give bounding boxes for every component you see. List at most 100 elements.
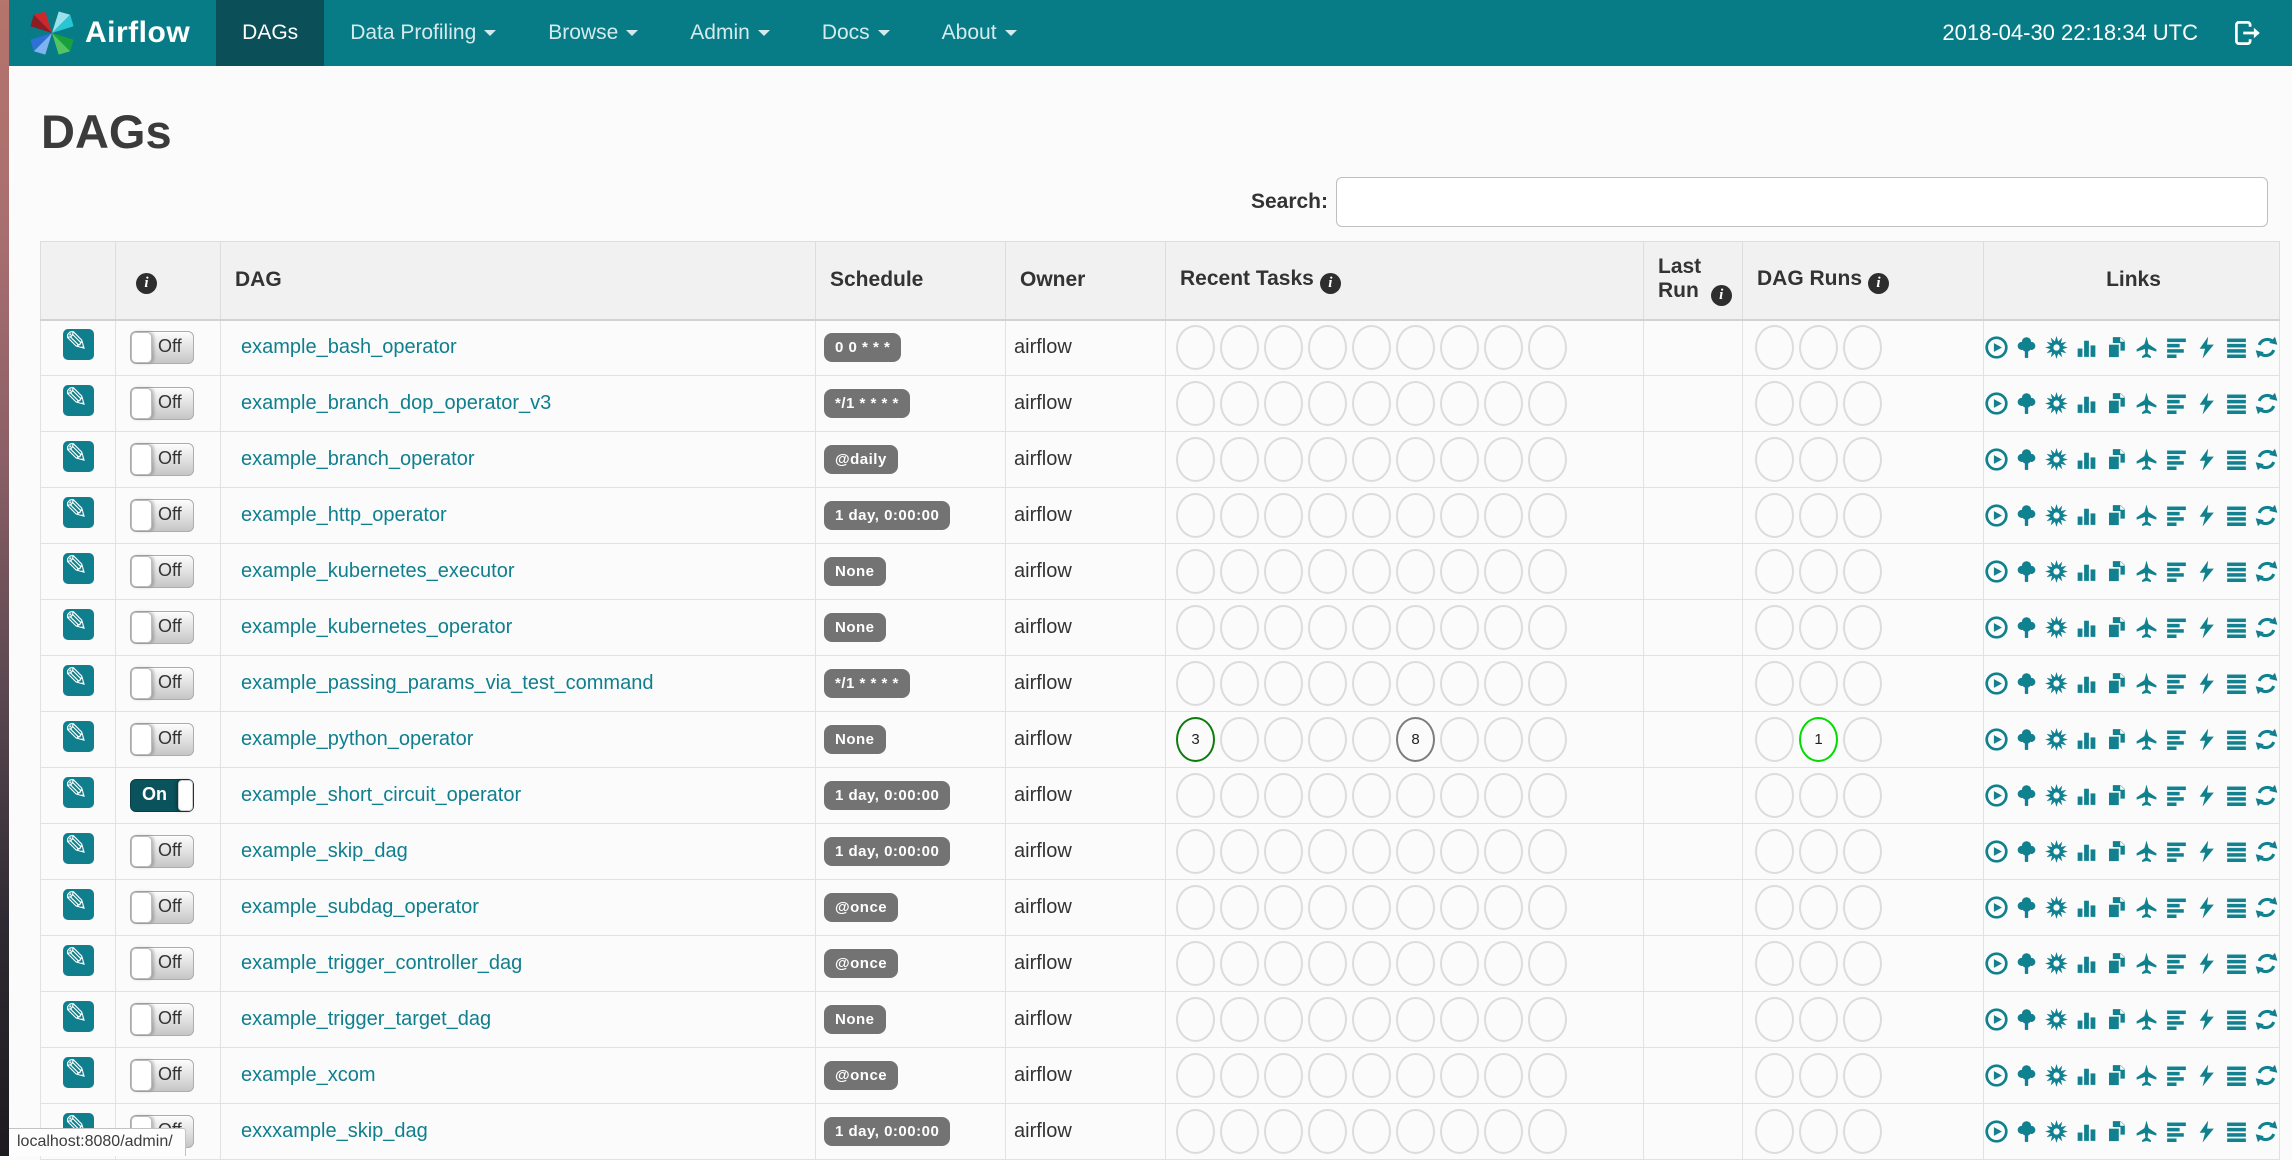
refresh-icon[interactable] — [2254, 391, 2279, 416]
state-circle[interactable] — [1220, 885, 1259, 930]
state-circle[interactable] — [1396, 773, 1435, 818]
state-circle[interactable] — [1220, 1053, 1259, 1098]
gantt-view-icon[interactable] — [2164, 671, 2189, 696]
landing-times-icon[interactable] — [2134, 1119, 2159, 1144]
state-circle[interactable] — [1528, 1109, 1567, 1154]
tree-view-icon[interactable] — [2014, 1119, 2039, 1144]
state-circle[interactable] — [1484, 661, 1523, 706]
tree-view-icon[interactable] — [2014, 335, 2039, 360]
edit-dag-icon[interactable] — [62, 829, 94, 864]
state-circle[interactable] — [1440, 885, 1479, 930]
state-circle[interactable] — [1264, 885, 1303, 930]
state-circle[interactable] — [1176, 493, 1215, 538]
gantt-view-icon[interactable] — [2164, 615, 2189, 640]
landing-times-icon[interactable] — [2134, 615, 2159, 640]
state-circle[interactable] — [1396, 885, 1435, 930]
state-circle[interactable] — [1176, 661, 1215, 706]
state-circle[interactable] — [1440, 717, 1479, 762]
landing-times-icon[interactable] — [2134, 1007, 2159, 1032]
state-circle[interactable] — [1799, 941, 1838, 986]
task-duration-icon[interactable] — [2074, 727, 2099, 752]
logs-icon[interactable] — [2224, 895, 2249, 920]
pause-toggle[interactable]: Off — [130, 443, 194, 476]
tree-view-icon[interactable] — [2014, 951, 2039, 976]
gantt-view-icon[interactable] — [2164, 1063, 2189, 1088]
code-view-icon[interactable] — [2194, 559, 2219, 584]
state-circle[interactable] — [1396, 549, 1435, 594]
state-circle[interactable] — [1176, 605, 1215, 650]
info-icon[interactable] — [136, 272, 157, 294]
task-tries-icon[interactable] — [2104, 447, 2129, 472]
state-circle[interactable] — [1755, 1109, 1794, 1154]
info-icon[interactable] — [1319, 272, 1341, 294]
pause-toggle[interactable]: On — [130, 779, 194, 812]
task-tries-icon[interactable] — [2104, 1063, 2129, 1088]
tree-view-icon[interactable] — [2014, 391, 2039, 416]
state-circle[interactable] — [1799, 605, 1838, 650]
refresh-icon[interactable] — [2254, 1063, 2279, 1088]
state-circle[interactable] — [1799, 549, 1838, 594]
graph-view-icon[interactable] — [2044, 951, 2069, 976]
state-circle[interactable]: 1 — [1799, 717, 1838, 762]
state-circle[interactable] — [1799, 437, 1838, 482]
graph-view-icon[interactable] — [2044, 727, 2069, 752]
state-circle[interactable] — [1396, 325, 1435, 371]
pause-toggle[interactable]: Off — [130, 667, 194, 700]
state-circle[interactable] — [1396, 605, 1435, 650]
code-view-icon[interactable] — [2194, 335, 2219, 360]
logs-icon[interactable] — [2224, 559, 2249, 584]
state-circle[interactable] — [1440, 1053, 1479, 1098]
state-circle[interactable] — [1843, 941, 1882, 986]
state-circle[interactable] — [1308, 549, 1347, 594]
refresh-icon[interactable] — [2254, 895, 2279, 920]
landing-times-icon[interactable] — [2134, 727, 2159, 752]
task-duration-icon[interactable] — [2074, 335, 2099, 360]
trigger-dag-icon[interactable] — [1984, 951, 2009, 976]
logs-icon[interactable] — [2224, 727, 2249, 752]
pause-toggle[interactable]: Off — [130, 499, 194, 532]
pause-toggle[interactable]: Off — [130, 611, 194, 644]
landing-times-icon[interactable] — [2134, 783, 2159, 808]
trigger-dag-icon[interactable] — [1984, 1063, 2009, 1088]
dag-name-link[interactable]: example_branch_operator — [241, 448, 475, 470]
state-circle[interactable] — [1308, 325, 1347, 371]
state-circle[interactable] — [1440, 549, 1479, 594]
state-circle[interactable] — [1352, 1053, 1391, 1098]
state-circle[interactable] — [1264, 941, 1303, 986]
pause-toggle[interactable]: Off — [130, 723, 194, 756]
logs-icon[interactable] — [2224, 1063, 2249, 1088]
state-circle[interactable] — [1799, 1109, 1838, 1154]
state-circle[interactable] — [1440, 997, 1479, 1042]
col-header-schedule[interactable]: Schedule — [815, 241, 1006, 321]
edit-dag-icon[interactable] — [62, 325, 94, 361]
state-circle[interactable] — [1352, 605, 1391, 650]
state-circle[interactable] — [1843, 549, 1882, 594]
search-input[interactable] — [1336, 177, 2268, 227]
task-tries-icon[interactable] — [2104, 559, 2129, 584]
state-circle[interactable] — [1396, 493, 1435, 538]
state-circle[interactable] — [1308, 773, 1347, 818]
state-circle[interactable] — [1440, 1109, 1479, 1154]
state-circle[interactable] — [1843, 381, 1882, 426]
refresh-icon[interactable] — [2254, 335, 2279, 360]
state-circle[interactable] — [1396, 997, 1435, 1042]
pause-toggle[interactable]: Off — [130, 555, 194, 588]
state-circle[interactable] — [1528, 941, 1567, 986]
state-circle[interactable] — [1528, 1053, 1567, 1098]
state-circle[interactable] — [1352, 549, 1391, 594]
edit-dag-icon[interactable] — [62, 997, 94, 1032]
state-circle[interactable] — [1484, 885, 1523, 930]
landing-times-icon[interactable] — [2134, 895, 2159, 920]
trigger-dag-icon[interactable] — [1984, 503, 2009, 528]
state-circle[interactable] — [1484, 1109, 1523, 1154]
task-tries-icon[interactable] — [2104, 615, 2129, 640]
edit-dag-icon[interactable] — [62, 437, 94, 472]
edit-dag-icon[interactable] — [62, 1053, 94, 1088]
pause-toggle[interactable]: Off — [130, 1003, 194, 1036]
pause-toggle[interactable]: Off — [130, 1059, 194, 1092]
graph-view-icon[interactable] — [2044, 447, 2069, 472]
task-tries-icon[interactable] — [2104, 951, 2129, 976]
refresh-icon[interactable] — [2254, 839, 2279, 864]
state-circle[interactable] — [1440, 437, 1479, 482]
logs-icon[interactable] — [2224, 839, 2249, 864]
